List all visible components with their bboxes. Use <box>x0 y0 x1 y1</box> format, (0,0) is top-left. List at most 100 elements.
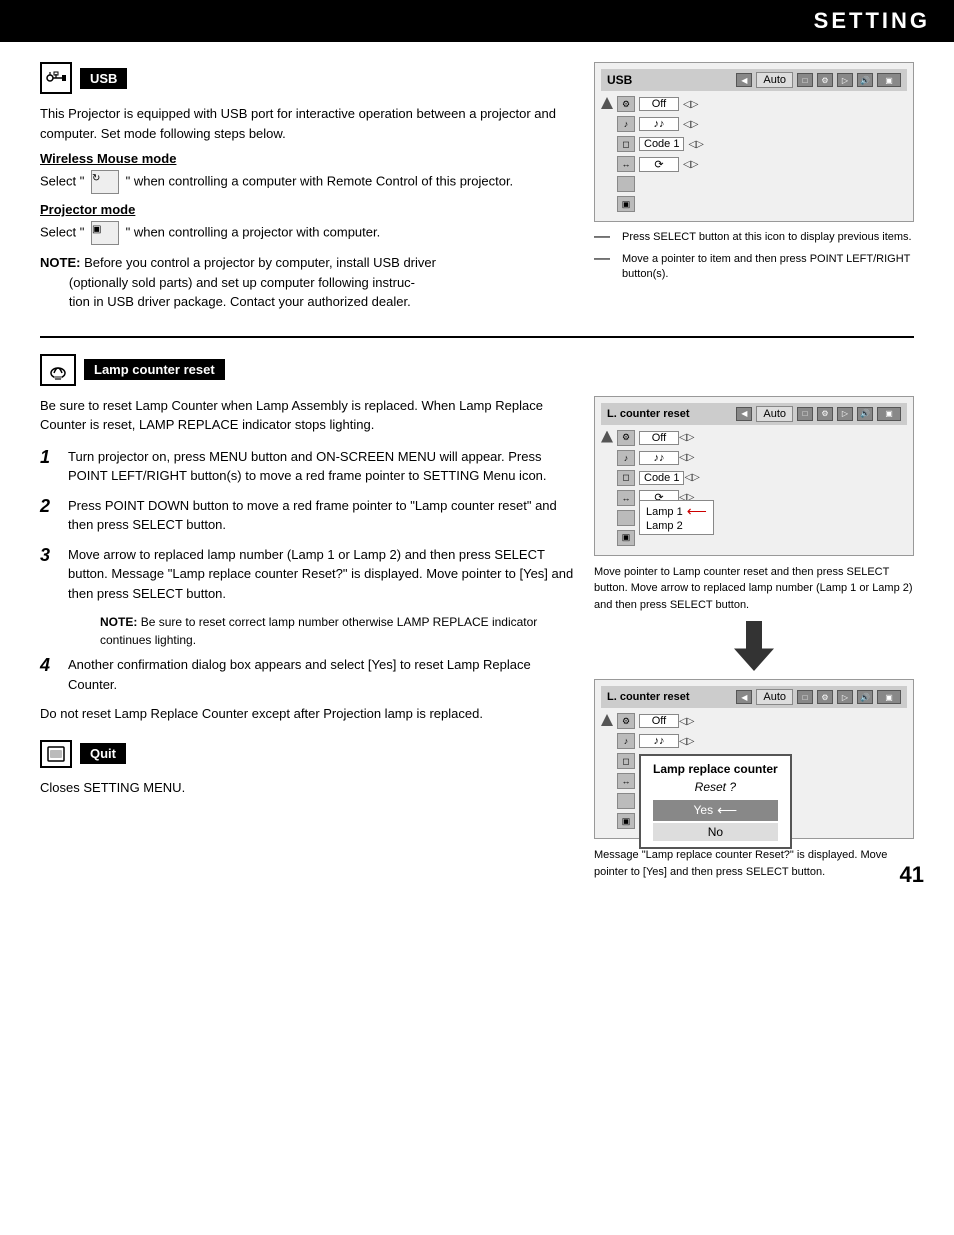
page-header: SETTING <box>0 0 954 42</box>
lamp-footer: Do not reset Lamp Replace Counter except… <box>40 704 574 724</box>
quit-title-box: Quit <box>40 740 126 768</box>
step-2-num: 2 <box>40 496 58 518</box>
lamp-section: Lamp counter reset Be sure to reset Lamp… <box>40 354 914 889</box>
ld1-icon-6: ▣ <box>877 407 901 421</box>
ld1-r2-val: ♪♪ <box>639 451 679 465</box>
quit-label: Quit <box>80 743 126 764</box>
quit-description: Closes SETTING MENU. <box>40 778 574 798</box>
ld2-r5-icon <box>617 793 635 809</box>
wireless-mouse-icon: ↻ <box>91 170 119 194</box>
lamp-diagram-2-label: L. counter reset <box>607 691 732 703</box>
ld2-r1-icon: ⚙ <box>617 713 635 729</box>
ld2-icon-5: 🔊 <box>857 690 873 704</box>
quit-section: Quit Closes SETTING MENU. <box>40 740 574 798</box>
lamp-d1-rows: ⚙ Off ◁▷ ♪ ♪♪ ◁▷ ◻ Code 1 <box>617 429 907 549</box>
usb-diagram-header: USB ◀ Auto □ ⚙ ▷ 🔊 ▣ <box>601 69 907 91</box>
ld2-r3-icon: ◻ <box>617 753 635 769</box>
ld2-r1-val: Off <box>639 714 679 728</box>
lamp-d1-note: Move pointer to Lamp counter reset and t… <box>594 564 914 614</box>
quit-icon <box>40 740 72 768</box>
note-3-text: Be sure to reset correct lamp number oth… <box>100 615 537 647</box>
usb-row-2: ♪ ♪♪ ◁▷ <box>617 115 907 133</box>
usb-right-col: USB ◀ Auto □ ⚙ ▷ 🔊 ▣ <box>594 62 914 320</box>
ld1-r4-icon: ↔ <box>617 490 635 506</box>
down-arrow-block <box>594 621 914 671</box>
row-val-3: Code 1 <box>639 137 684 151</box>
step-1-num: 1 <box>40 447 58 469</box>
step-2-text: Press POINT DOWN button to move a red fr… <box>68 496 574 535</box>
header-title: SETTING <box>814 8 930 33</box>
ld2-r2-icon: ♪ <box>617 733 635 749</box>
usb-diagram-body: ⚙ Off ◁▷ ♪ ♪♪ ◁▷ <box>601 95 907 215</box>
ld1-r5-icon <box>617 510 635 526</box>
lamp-diagram-1-label: L. counter reset <box>607 408 732 420</box>
ld1-row-5: Lamp 1 ⟵ Lamp 2 <box>617 509 907 527</box>
big-down-arrow <box>734 621 774 671</box>
ld1-icon-5: 🔊 <box>857 407 873 421</box>
row-val-2: ♪♪ <box>639 117 679 131</box>
lamp-1-option: Lamp 1 ⟵ <box>646 503 707 520</box>
note-label: NOTE: <box>40 255 80 270</box>
row-icon-6: ▣ <box>617 196 635 212</box>
lamp-right-col: L. counter reset ◀ Auto □ ⚙ ▷ 🔊 ▣ <box>594 396 914 889</box>
ld2-icon-6: ▣ <box>877 690 901 704</box>
ld1-r3-val: Code 1 <box>639 471 684 485</box>
reset-dialog-title: Lamp replace counter <box>653 762 778 776</box>
ld1-auto: Auto <box>756 406 793 422</box>
ld1-icon-1: ◀ <box>736 407 752 421</box>
ld2-icon-3: ⚙ <box>817 690 833 704</box>
ld2-r6-icon: ▣ <box>617 813 635 829</box>
lamp-1-arrow: ⟵ <box>687 503 707 520</box>
row-arrow-4: ◁▷ <box>683 159 698 170</box>
usb-label: USB <box>80 68 127 89</box>
row-val-4: ⟳ <box>639 157 679 172</box>
row-icon-3: ◻ <box>617 136 635 152</box>
lamp-diagram-2: L. counter reset ◀ Auto □ ⚙ ▷ 🔊 ▣ <box>594 679 914 839</box>
usb-intro: This Projector is equipped with USB port… <box>40 104 574 143</box>
projector-mode-icon: ▣ <box>91 221 119 245</box>
step-3: 3 Move arrow to replaced lamp number (La… <box>40 545 574 604</box>
lamp-title-box: Lamp counter reset <box>40 354 225 386</box>
lamp-label: Lamp counter reset <box>84 359 225 380</box>
usb-row-6: ▣ <box>617 195 907 213</box>
lamp-two-col: Be sure to reset Lamp Counter when Lamp … <box>40 396 914 889</box>
lamp-icon <box>40 354 76 386</box>
lamp-left-col: Be sure to reset Lamp Counter when Lamp … <box>40 396 574 889</box>
separator <box>40 336 914 338</box>
lamp-diagram-1-body: ⚙ Off ◁▷ ♪ ♪♪ ◁▷ ◻ Code 1 <box>601 429 907 549</box>
ld2-r2-val: ♪♪ <box>639 734 679 748</box>
step-4: 4 Another confirmation dialog box appear… <box>40 655 574 694</box>
usb-icon <box>40 62 72 94</box>
reset-dialog: Lamp replace counter Reset ? Yes ⟵ No <box>639 754 792 849</box>
ld2-r4-icon: ↔ <box>617 773 635 789</box>
ld1-row-1: ⚙ Off ◁▷ <box>617 429 907 447</box>
ld1-r1-icon: ⚙ <box>617 430 635 446</box>
ld1-r2-icon: ♪ <box>617 450 635 466</box>
lamp-d2-note: Message "Lamp replace counter Reset?" is… <box>594 847 914 880</box>
row-val-1: Off <box>639 97 679 111</box>
wireless-title: Wireless Mouse mode <box>40 151 574 166</box>
row-arrow-3: ◁▷ <box>688 139 703 150</box>
row-icon-2: ♪ <box>617 116 635 132</box>
usb-section: USB This Projector is equipped with USB … <box>40 62 914 320</box>
callout-2-text: Move a pointer to item and then press PO… <box>622 252 914 283</box>
usb-note: NOTE: Before you control a projector by … <box>40 253 574 312</box>
lamp-diagram-1: L. counter reset ◀ Auto □ ⚙ ▷ 🔊 ▣ <box>594 396 914 556</box>
page-number: 41 <box>900 862 924 888</box>
ld1-row-6: ▣ <box>617 529 907 547</box>
reset-dialog-subtitle: Reset ? <box>653 780 778 794</box>
ld1-icon-2: □ <box>797 407 813 421</box>
ld1-r6-icon: ▣ <box>617 530 635 546</box>
usb-diagram-label: USB <box>607 73 732 87</box>
note-3: NOTE: Be sure to reset correct lamp numb… <box>40 613 574 649</box>
ld2-row-5: Lamp replace counter Reset ? Yes ⟵ No <box>617 792 907 810</box>
row-icon-5 <box>617 176 635 192</box>
ld2-row-6: ▣ <box>617 812 907 830</box>
callout-2-line: — Move a pointer to item and then press … <box>594 252 914 283</box>
projector-text: Select " ▣ " when controlling a projecto… <box>40 221 574 245</box>
usb-row-4: ↔ ⟳ ◁▷ <box>617 155 907 173</box>
usb-menu-rows: ⚙ Off ◁▷ ♪ ♪♪ ◁▷ <box>617 95 907 215</box>
usb-row-3: ◻ Code 1 ◁▷ <box>617 135 907 153</box>
auto-badge: Auto <box>756 72 793 88</box>
step-4-num: 4 <box>40 655 58 677</box>
